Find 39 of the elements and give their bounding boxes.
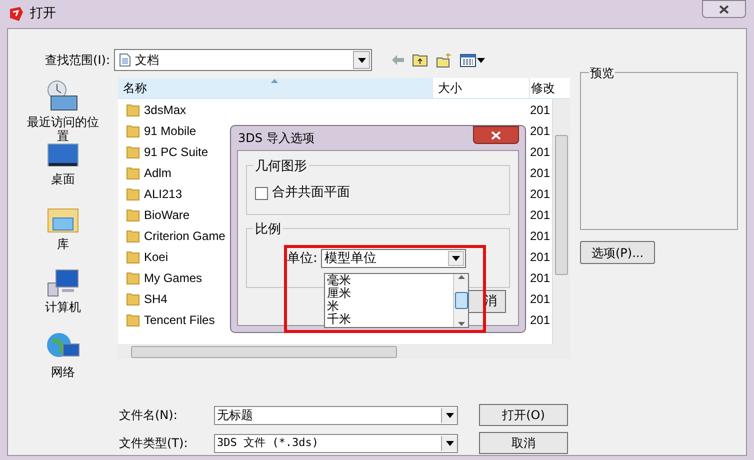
date-cell-text: 201 bbox=[529, 102, 552, 118]
file-name: SH4 bbox=[144, 290, 168, 308]
date-cell-text: 201 bbox=[529, 164, 552, 182]
file-name: My Games bbox=[144, 270, 202, 286]
preview-title: 预览 bbox=[589, 64, 615, 82]
date-cell-text: 201 bbox=[529, 122, 552, 140]
date-cell-text: 201 bbox=[529, 248, 552, 266]
date-cell-text: 201 bbox=[529, 144, 552, 160]
file-name: Koei bbox=[144, 248, 168, 266]
look-in-value: 文档 bbox=[135, 52, 160, 69]
unit-value: 模型单位 bbox=[324, 250, 378, 268]
date-cell-text: 201 bbox=[529, 290, 552, 308]
date-cell-text: 201 bbox=[529, 228, 552, 244]
file-type-value: 3DS 文件 (*.3ds) bbox=[217, 434, 320, 451]
dialog-title: 3DS 导入选项 bbox=[238, 130, 316, 147]
date-cell-text: 201 bbox=[529, 206, 552, 224]
places-label: 桌面 bbox=[50, 172, 76, 186]
file-name: ALI213 bbox=[144, 186, 182, 202]
places-label: 最近访问的位置 bbox=[26, 115, 100, 143]
file-name: 91 PC Suite bbox=[144, 144, 208, 160]
places-label: 计算机 bbox=[44, 300, 82, 314]
window-title: 打开 bbox=[30, 5, 56, 24]
date-cell-text: 201 bbox=[529, 186, 552, 202]
file-name-label: 文件名(N): bbox=[119, 407, 178, 424]
file-name: BioWare bbox=[144, 206, 190, 224]
places-label: 库 bbox=[56, 237, 70, 251]
date-cell-text: 201 bbox=[529, 270, 552, 286]
places-label: 网络 bbox=[50, 365, 76, 379]
file-name: 3dsMax bbox=[144, 102, 186, 118]
file-name: Tencent Files bbox=[144, 312, 215, 328]
date-cell-text: 201 bbox=[529, 312, 552, 328]
file-type-label: 文件类型(T): bbox=[119, 435, 189, 452]
look-in-label: 查找范围(I): bbox=[44, 52, 111, 69]
unit-label: 单位: bbox=[287, 250, 318, 268]
file-name-value: 无标题 bbox=[217, 407, 254, 424]
file-name: Criterion Game bbox=[144, 228, 226, 244]
file-name: Adlm bbox=[144, 164, 172, 182]
file-name: 91 Mobile bbox=[144, 122, 196, 140]
merge-label: 合并共面平面 bbox=[272, 184, 350, 202]
